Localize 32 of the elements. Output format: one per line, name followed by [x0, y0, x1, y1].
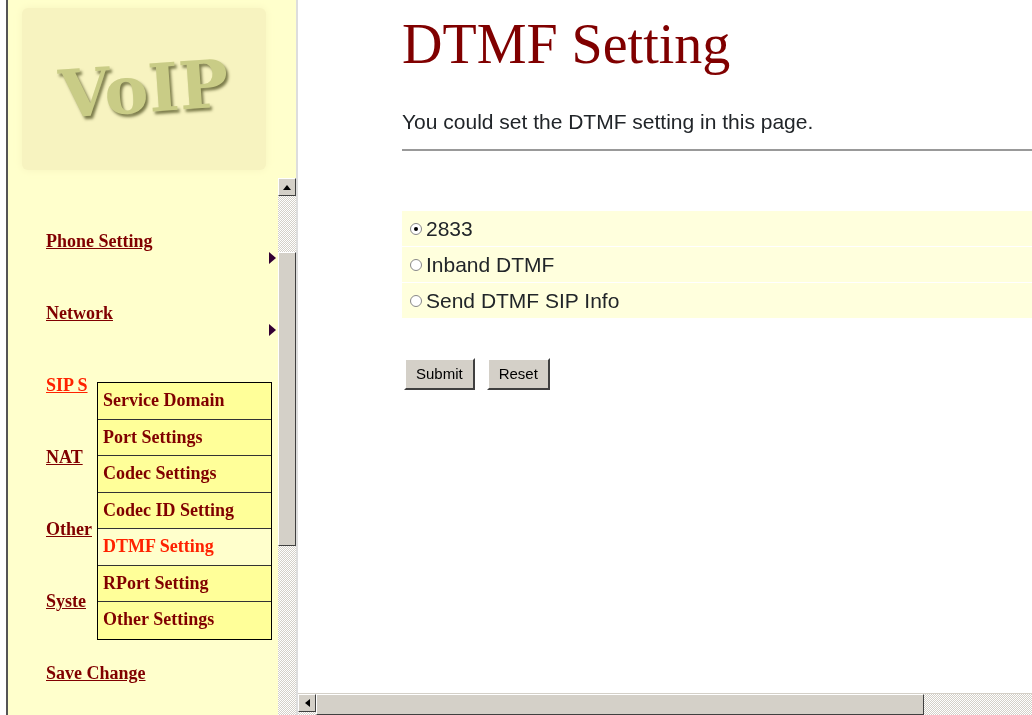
- horizontal-scrollbar[interactable]: [298, 693, 1032, 715]
- menu-item[interactable]: Network: [46, 302, 113, 324]
- menu-item[interactable]: Phone Setting: [46, 230, 153, 252]
- menu-item[interactable]: NAT: [46, 446, 83, 468]
- scroll-thumb[interactable]: [316, 694, 924, 715]
- option-label: Inband DTMF: [426, 251, 555, 278]
- radio-button[interactable]: [410, 258, 422, 271]
- menu-item[interactable]: Save Change: [46, 662, 146, 684]
- option-label: Send DTMF SIP Info: [426, 287, 620, 314]
- vertical-scrollbar[interactable]: [278, 178, 296, 715]
- scroll-up-button[interactable]: [278, 178, 296, 196]
- radio-button[interactable]: [410, 222, 422, 235]
- menu-item[interactable]: SIP S: [46, 374, 88, 396]
- menu-item[interactable]: Other: [46, 518, 92, 540]
- submenu-item[interactable]: RPort Setting: [98, 565, 271, 602]
- form-button[interactable]: Submit: [404, 358, 475, 391]
- page-description: You could set the DTMF setting in this page.: [402, 108, 815, 135]
- up-arrow-icon: [283, 184, 291, 190]
- submenu-item[interactable]: Port Settings: [98, 419, 271, 456]
- left-arrow-icon: [304, 699, 310, 707]
- menu-item[interactable]: Syste: [46, 590, 86, 612]
- radio-button[interactable]: [410, 294, 422, 307]
- logo: VoIP: [57, 50, 231, 128]
- scroll-left-button[interactable]: [298, 694, 316, 712]
- submenu-item[interactable]: Codec ID Setting: [98, 492, 271, 529]
- option-label: 2833: [426, 215, 473, 242]
- scroll-thumb[interactable]: [278, 252, 296, 546]
- page-title: DTMF Setting: [402, 14, 732, 76]
- form-button[interactable]: Reset: [486, 358, 550, 391]
- submenu-item[interactable]: Codec Settings: [98, 456, 271, 493]
- submenu-item[interactable]: Service Domain: [98, 383, 271, 420]
- submenu-item[interactable]: Other Settings: [98, 602, 271, 639]
